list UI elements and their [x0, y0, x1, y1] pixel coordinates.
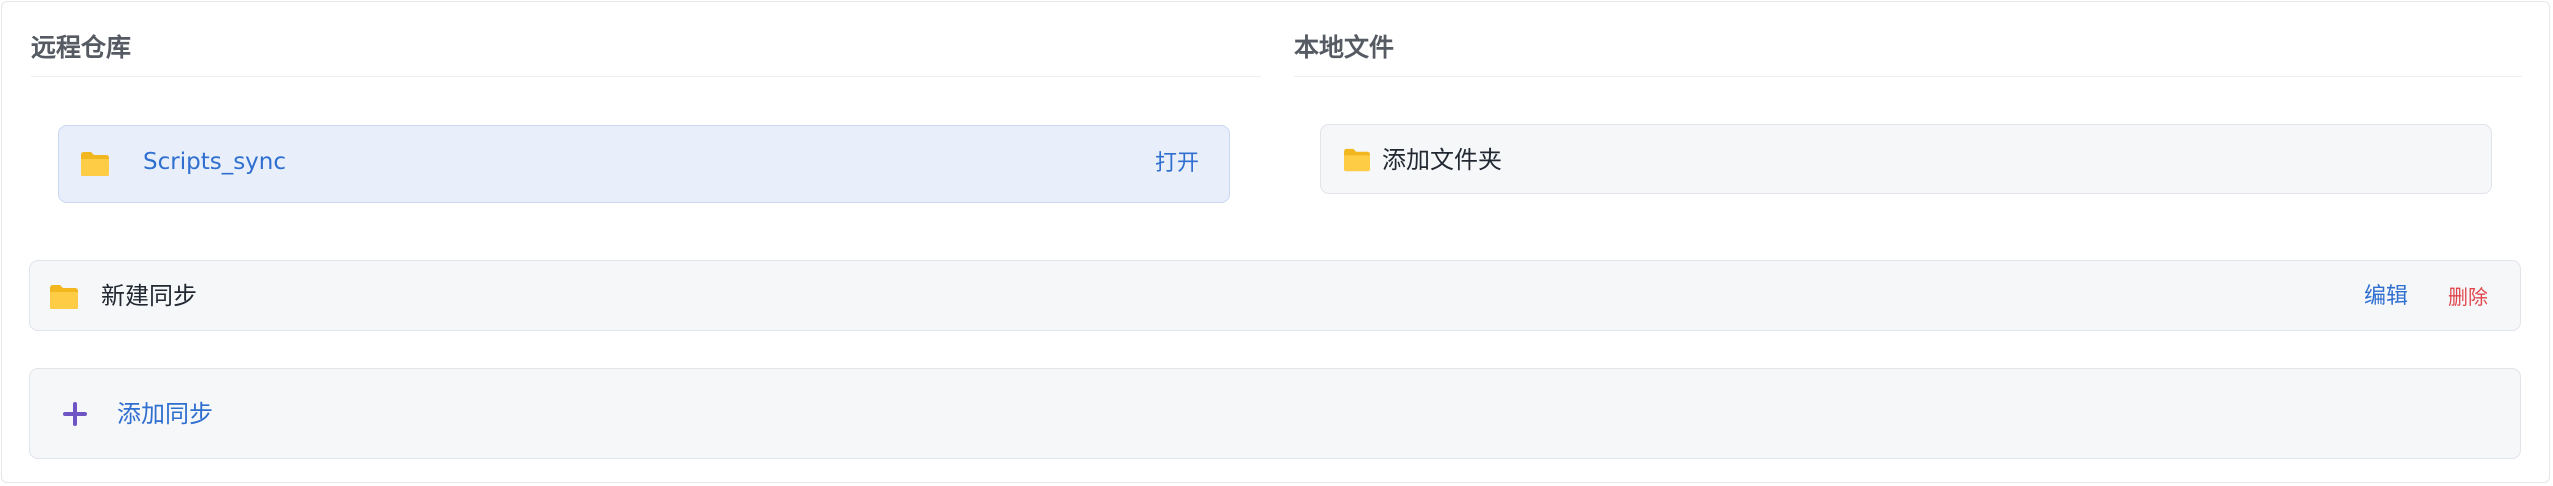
add-sync-button[interactable]: 添加同步	[29, 368, 2521, 459]
folder-icon	[50, 285, 78, 309]
folder-icon	[81, 152, 109, 176]
local-section-divider	[1294, 76, 2522, 77]
sync-item-row[interactable]: 新建同步 编辑 删除	[29, 260, 2521, 331]
remote-repo-card[interactable]: Scripts_sync 打开	[58, 125, 1230, 203]
add-folder-label: 添加文件夹	[1382, 146, 1502, 174]
delete-sync-button[interactable]: 删除	[2448, 287, 2488, 307]
remote-section-title: 远程仓库	[31, 33, 132, 62]
remote-repo-name: Scripts_sync	[143, 149, 287, 175]
edit-sync-button[interactable]: 编辑	[2364, 286, 2408, 308]
remote-section-divider	[31, 76, 1261, 77]
plus-icon	[63, 402, 87, 426]
folder-icon	[1344, 148, 1370, 172]
local-section-title: 本地文件	[1294, 33, 1395, 62]
add-folder-button[interactable]: 添加文件夹	[1320, 124, 2492, 194]
open-repo-button[interactable]: 打开	[1155, 153, 1199, 175]
add-sync-label: 添加同步	[117, 400, 213, 428]
sync-item-name: 新建同步	[101, 282, 197, 310]
